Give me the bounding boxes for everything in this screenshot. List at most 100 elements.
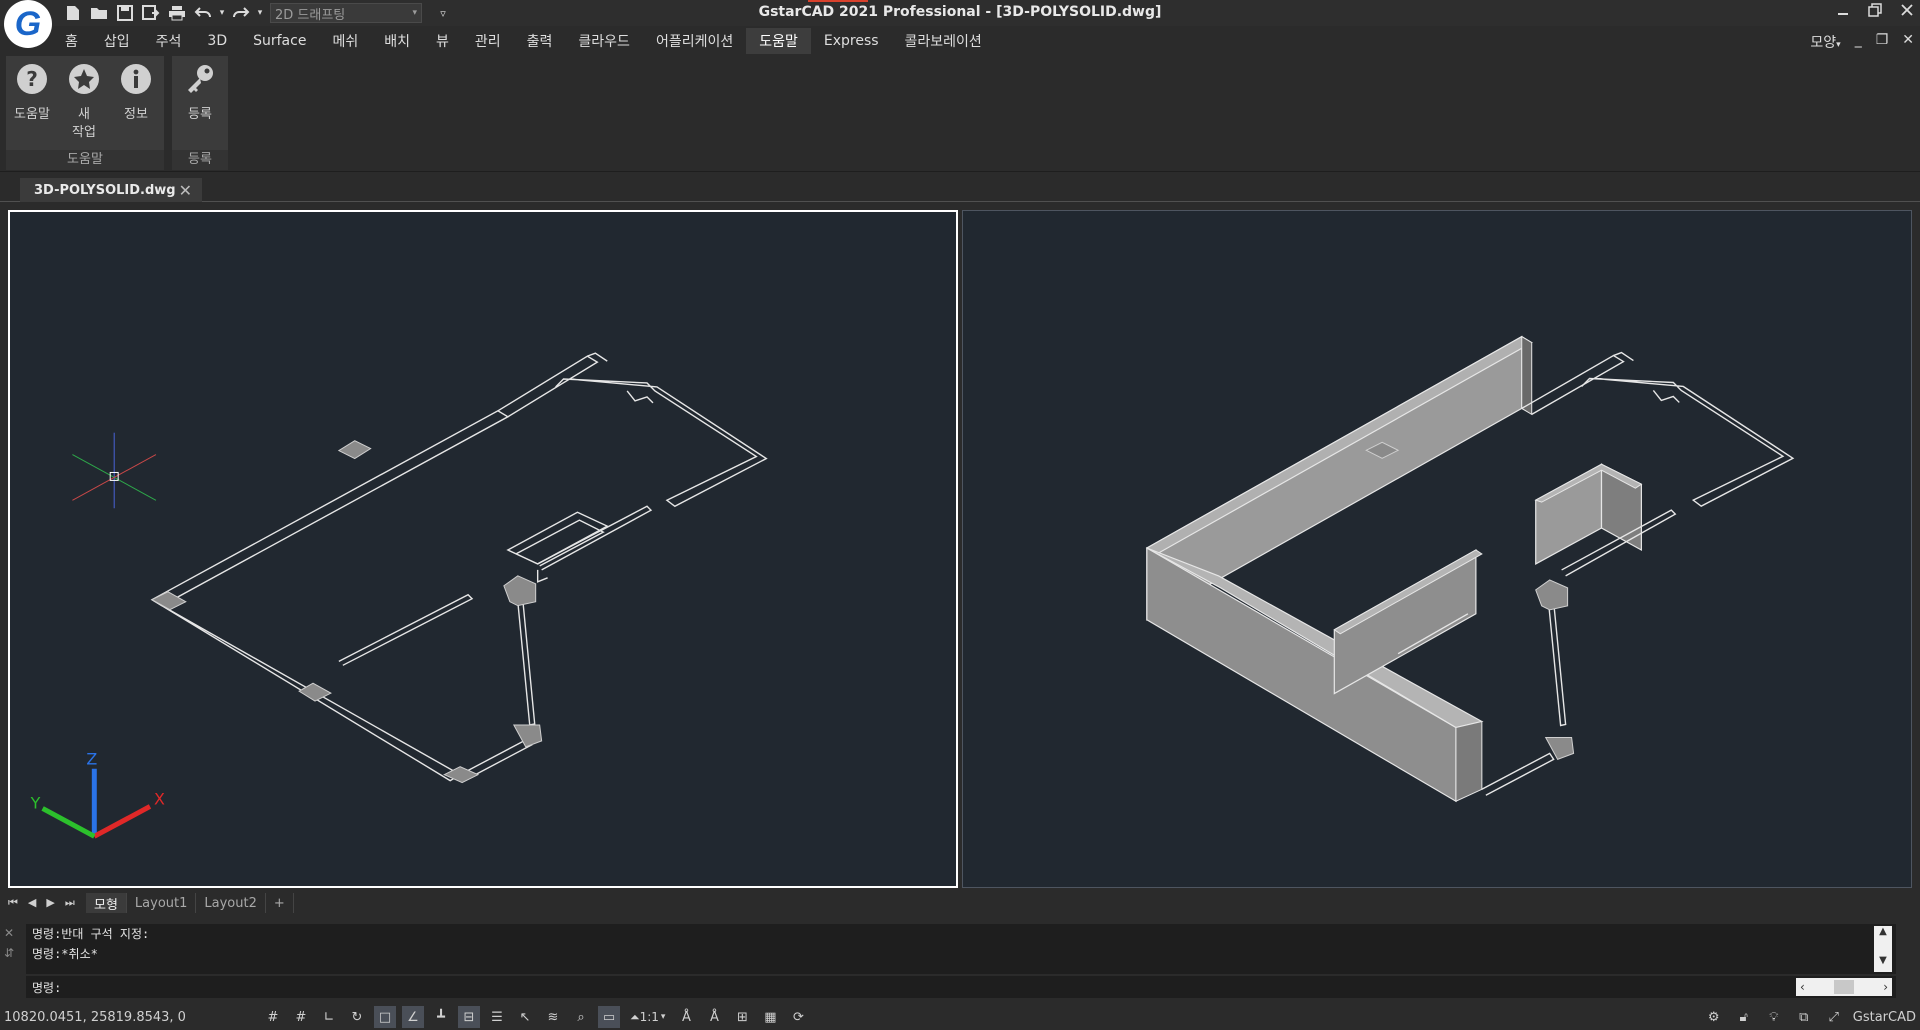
wall-outline — [537, 505, 653, 571]
viewport-icon[interactable]: ▭ — [598, 1006, 620, 1028]
new-task-button[interactable]: 새 작업 — [60, 62, 108, 142]
grid-toggle-icon[interactable]: ⊞ — [731, 1006, 753, 1028]
calculator-icon[interactable]: ▦ — [759, 1006, 781, 1028]
command-scrollbar[interactable]: ▲ ▼ — [1874, 926, 1892, 972]
scroll-thumb[interactable] — [1834, 980, 1854, 994]
pin-icon[interactable]: ⇵ — [4, 946, 22, 960]
prev-layout-icon[interactable]: ◀ — [28, 896, 36, 910]
workspace-switch-icon[interactable]: ⧉ — [1793, 1006, 1815, 1028]
polar-tracking-icon[interactable]: ↻ — [346, 1006, 368, 1028]
wall-outline — [555, 378, 768, 508]
command-input[interactable] — [61, 977, 1896, 997]
document-tab[interactable]: 3D-POLYSOLID.dwg ✕ — [20, 178, 202, 202]
workspace-value: 2D 드래프팅 — [275, 7, 346, 23]
open-file-icon[interactable] — [88, 3, 110, 23]
annotation-scale[interactable]: ⏶ 1:1 ▾ — [626, 1006, 669, 1028]
ribbon-tab[interactable]: 도움말 — [746, 28, 811, 54]
ribbon-tabs: 홈 삽입 주석 3D Surface 메쉬 배치 뷰 관리 출력 클라우드 어플리케이션 도움말 Expr… — [52, 28, 995, 54]
workspace-select[interactable]: 2D 드래프팅 ▾ — [270, 3, 422, 23]
save-icon[interactable] — [114, 3, 136, 23]
restore-icon[interactable]: ❐ — [1876, 32, 1889, 52]
new-file-icon[interactable] — [62, 3, 84, 23]
layout-tab[interactable]: 모형 — [86, 893, 127, 913]
ribbon-tab[interactable]: 주석 — [143, 28, 195, 54]
dynamic-input-icon[interactable]: ⊟ — [458, 1006, 480, 1028]
lightbulb-icon[interactable]: 💡︎ — [1763, 1006, 1785, 1028]
ribbon-tab[interactable]: 3D — [194, 28, 240, 54]
object-snap-icon[interactable]: □ — [374, 1006, 396, 1028]
viewport-left[interactable]: Z X Y — [8, 210, 958, 888]
undo-icon[interactable] — [192, 3, 214, 23]
restore-icon[interactable] — [1868, 2, 1882, 21]
layout-tab[interactable]: Layout1 — [127, 893, 197, 913]
chevron-down-icon[interactable]: ▾ — [256, 3, 264, 23]
command-prompt: 명령: — [32, 980, 62, 995]
chevron-down-icon[interactable]: ▼ — [1874, 955, 1892, 966]
layers-icon[interactable]: ≋ — [542, 1006, 564, 1028]
close-icon[interactable]: ✕ — [179, 181, 192, 200]
minimize-icon[interactable]: _ — [1855, 32, 1862, 52]
info-button[interactable]: 정보 — [112, 62, 160, 124]
command-input-row: 명령: ‹ › — [26, 976, 1896, 998]
next-layout-icon[interactable]: ▶ — [46, 896, 54, 910]
ribbon-tab[interactable]: 어플리케이션 — [643, 28, 746, 54]
print-icon[interactable] — [166, 3, 188, 23]
snap-tracking-icon[interactable]: ∠ — [402, 1006, 424, 1028]
selection-cycling-icon[interactable]: ↖ — [514, 1006, 536, 1028]
ribbon-tab[interactable]: Express — [811, 28, 892, 54]
grid-display-icon[interactable]: # — [262, 1006, 284, 1028]
fullscreen-icon[interactable]: ⤢ — [1823, 1006, 1845, 1028]
star-icon — [69, 64, 99, 94]
lineweight-icon[interactable]: ☰ — [486, 1006, 508, 1028]
wall-outline — [1547, 601, 1567, 727]
help-button[interactable]: ? 도움말 — [8, 62, 56, 124]
column — [503, 575, 537, 607]
ribbon-tab[interactable]: 클라우드 — [565, 28, 643, 54]
dynamic-ucs-icon[interactable]: ┻ — [430, 1006, 452, 1028]
viewport-right[interactable] — [962, 210, 1912, 888]
wall-outline — [536, 569, 548, 583]
minimize-icon[interactable] — [1836, 2, 1850, 21]
ribbon-tab[interactable]: 콜라보레이션 — [892, 28, 995, 54]
layout-tab[interactable]: + — [266, 893, 294, 913]
ribbon-tab[interactable]: 관리 — [462, 28, 514, 54]
info-button-label: 정보 — [124, 107, 148, 122]
appearance-menu[interactable]: 모양▾ — [1810, 32, 1840, 52]
zoom-icon[interactable]: ⌕ — [570, 1006, 592, 1028]
close-icon[interactable]: ✕ — [1902, 32, 1914, 52]
app-logo[interactable]: G — [4, 0, 52, 48]
ribbon-tab[interactable]: Surface — [240, 28, 319, 54]
register-button[interactable]: 등록 — [176, 62, 224, 124]
snap-grid-icon[interactable]: # — [290, 1006, 312, 1028]
drawing-3d-view — [1145, 335, 1795, 803]
first-layout-icon[interactable]: ⏮ — [8, 896, 18, 910]
ribbon-tab[interactable]: 배치 — [371, 28, 423, 54]
refresh-icon[interactable]: ⟳ — [787, 1006, 809, 1028]
close-icon[interactable]: ✕ — [4, 926, 22, 940]
ortho-icon[interactable]: ∟ — [318, 1006, 340, 1028]
ribbon-tab[interactable]: 홈 — [52, 28, 91, 54]
chevron-right-icon[interactable]: › — [1883, 980, 1888, 994]
annotation-visibility-icon[interactable]: Å — [675, 1006, 697, 1028]
redo-icon[interactable] — [230, 3, 252, 23]
ribbon-tab[interactable]: 메쉬 — [319, 28, 371, 54]
command-horizontal-scrollbar[interactable]: ‹ › — [1796, 978, 1892, 996]
save-as-icon[interactable] — [140, 3, 162, 23]
lock-icon[interactable]: 🔓︎ — [1733, 1006, 1755, 1028]
chevron-down-icon[interactable]: ▾ — [218, 3, 226, 23]
ribbon-tab[interactable]: 뷰 — [423, 28, 462, 54]
customize-qat-icon[interactable]: ▿ — [432, 3, 454, 23]
annotation-scale-value: 1:1 — [639, 1010, 659, 1024]
layout-tabs: 모형 Layout1 Layout2 + — [86, 893, 294, 913]
ribbon-tab[interactable]: 삽입 — [91, 28, 143, 54]
ribbon-tab[interactable]: 출력 — [514, 28, 566, 54]
last-layout-icon[interactable]: ⏭ — [65, 896, 75, 910]
close-icon[interactable] — [1900, 2, 1914, 21]
layout-tab[interactable]: Layout2 — [196, 893, 266, 913]
auto-scale-icon[interactable]: Å — [703, 1006, 725, 1028]
polysolid-wall — [1534, 463, 1643, 565]
chevron-left-icon[interactable]: ‹ — [1800, 980, 1805, 994]
chevron-up-icon[interactable]: ▲ — [1874, 926, 1892, 937]
register-button-label: 등록 — [188, 107, 212, 122]
gear-icon[interactable]: ⚙ — [1703, 1006, 1725, 1028]
